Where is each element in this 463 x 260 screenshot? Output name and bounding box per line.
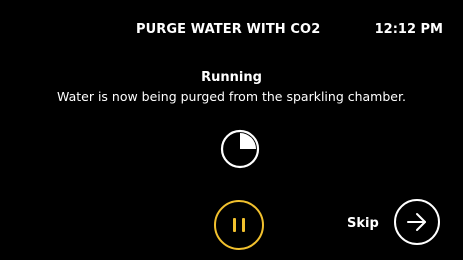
arrow-right-icon: [407, 213, 426, 231]
skip-label[interactable]: Skip: [347, 216, 379, 231]
skip-button[interactable]: [394, 199, 440, 245]
page-title: PURGE WATER WITH CO2: [136, 22, 321, 37]
header: PURGE WATER WITH CO2 12:12 PM: [0, 22, 463, 42]
status-title: Running: [201, 70, 262, 85]
status-message: Water is now being purged from the spark…: [57, 89, 406, 104]
progress-pie-icon: [215, 124, 265, 174]
clock: 12:12 PM: [374, 22, 443, 37]
pause-icon: [233, 218, 236, 232]
pause-button[interactable]: [214, 200, 264, 250]
